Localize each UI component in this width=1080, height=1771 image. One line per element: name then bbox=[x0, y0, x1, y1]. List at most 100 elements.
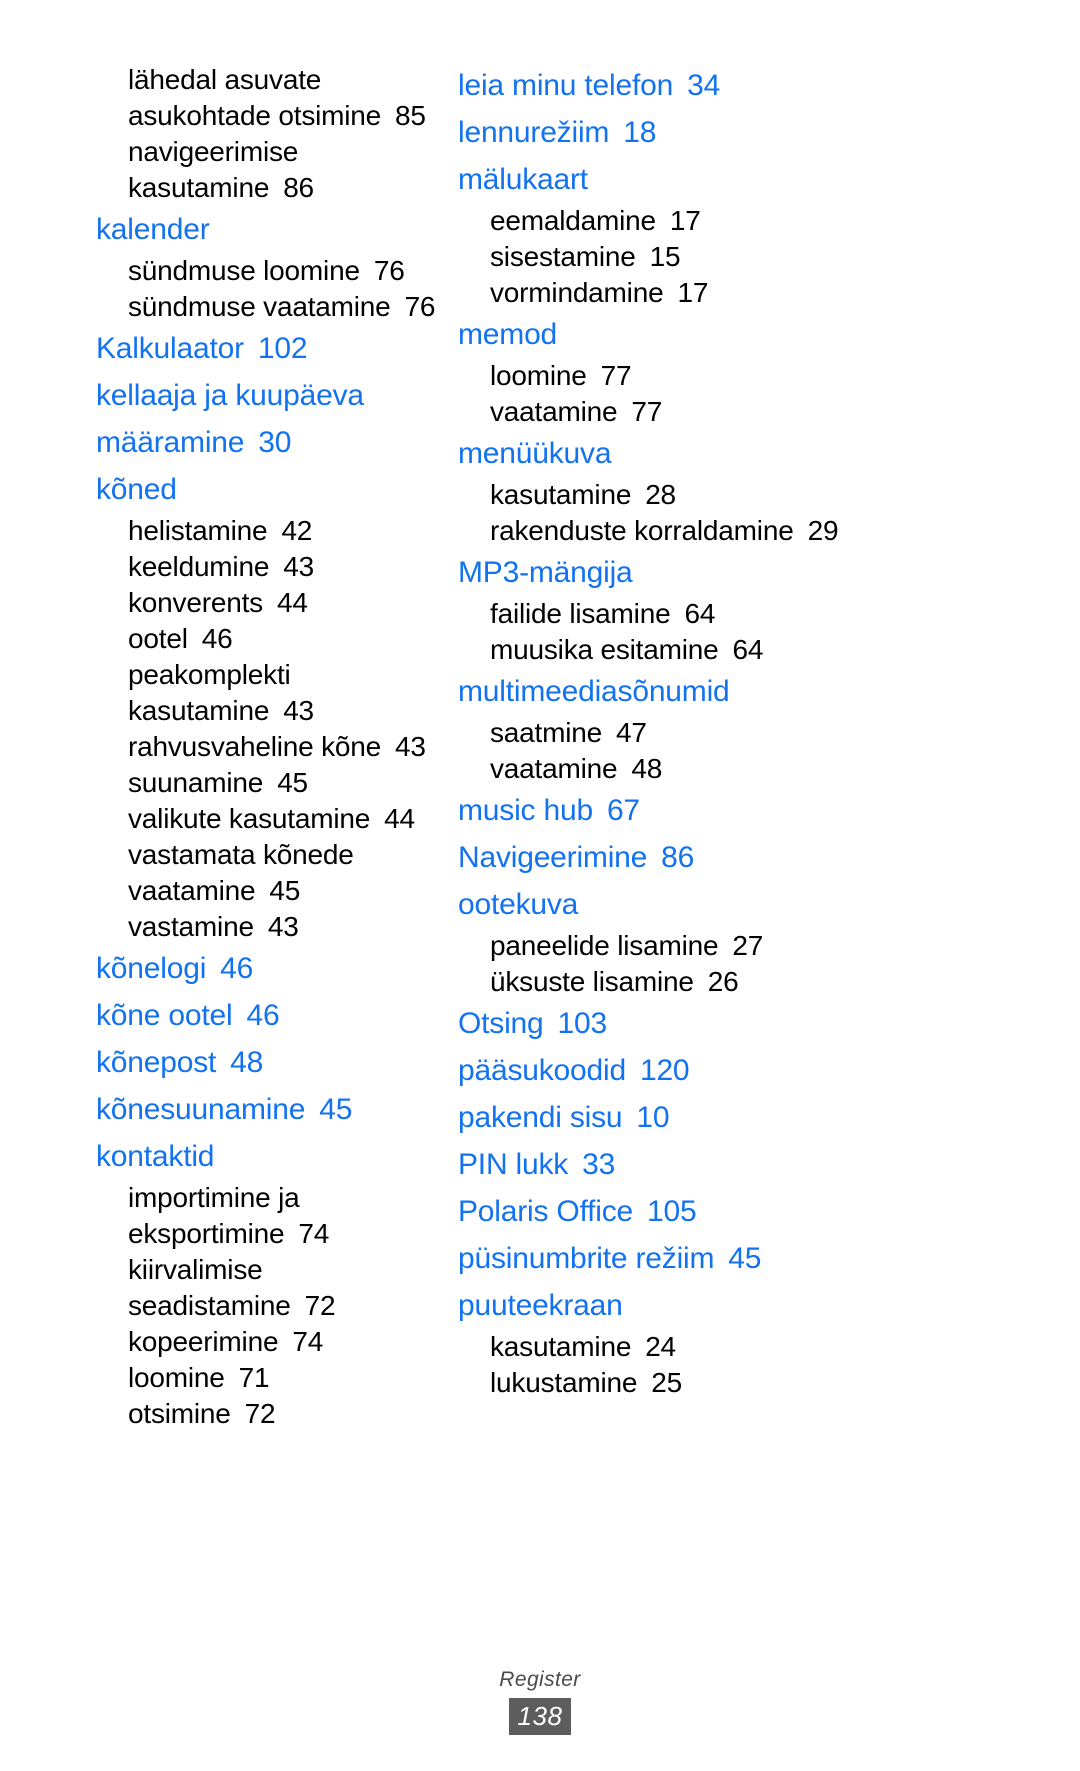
index-entry-label: puuteekraan bbox=[458, 1289, 623, 1322]
index-entry-page-number: 77 bbox=[600, 360, 632, 391]
index-entry-page-number: 105 bbox=[647, 1195, 697, 1228]
index-entry-main: pakendi sisu 10 bbox=[458, 1094, 1050, 1141]
index-entry-page-number: 30 bbox=[258, 426, 292, 459]
index-entry-page-number: 28 bbox=[645, 479, 676, 510]
index-entry-sub: paneelide lisamine 27 bbox=[458, 928, 1050, 964]
index-entry-sub: vaatamine 77 bbox=[458, 394, 1050, 430]
index-entry-page-number: 25 bbox=[651, 1367, 682, 1398]
index-entry-page-number: 43 bbox=[267, 911, 299, 942]
index-entry-label: loomine bbox=[490, 360, 587, 391]
index-entry-sub: vormindamine 17 bbox=[458, 275, 1050, 311]
index-entry-sub: rakenduste korraldamine 29 bbox=[458, 513, 1050, 549]
index-entry-sub: otsimine 72 bbox=[96, 1396, 436, 1432]
index-entry-sub: kasutamine 28 bbox=[458, 477, 1050, 513]
index-entry-label: vaatamine bbox=[490, 753, 618, 784]
index-entry-page-number: 17 bbox=[669, 205, 701, 236]
index-entry-label: mälukaart bbox=[458, 163, 588, 196]
index-entry-page-number: 102 bbox=[257, 332, 308, 365]
index-entry-label: pakendi sisu bbox=[458, 1101, 623, 1134]
index-entry-label: vormindamine bbox=[490, 277, 664, 308]
index-entry-page-number: 76 bbox=[404, 291, 436, 322]
index-entry-label: lukustamine bbox=[490, 1367, 638, 1398]
index-entry-main: kalender bbox=[96, 206, 436, 253]
index-entry-label: saatmine bbox=[490, 717, 603, 748]
index-entry-label: kontaktid bbox=[96, 1140, 215, 1173]
index-entry-main: mälukaart bbox=[458, 156, 1050, 203]
index-entry-label: failide lisamine bbox=[490, 598, 671, 629]
index-entry-label: pääsukoodid bbox=[458, 1054, 626, 1087]
index-entry-sub: importimine ja eksportimine 74 bbox=[96, 1180, 436, 1252]
index-entry-label: helistamine bbox=[128, 515, 268, 546]
index-entry-page-number: 85 bbox=[395, 100, 426, 131]
index-entry-page-number: 46 bbox=[201, 623, 233, 654]
index-entry-page-number: 33 bbox=[582, 1148, 616, 1181]
index-entry-label: vastamata kõnede vaatamine bbox=[128, 839, 354, 906]
index-entry-label: kopeerimine bbox=[128, 1326, 279, 1357]
index-entry-page-number: 72 bbox=[244, 1398, 276, 1429]
index-entry-sub: sündmuse loomine 76 bbox=[96, 253, 436, 289]
index-entry-label: peakomplekti kasutamine bbox=[128, 659, 291, 726]
index-entry-page-number: 64 bbox=[684, 598, 716, 629]
index-entry-label: püsinumbrite režiim bbox=[458, 1242, 715, 1275]
index-entry-sub: ootel 46 bbox=[96, 621, 436, 657]
index-entry-sub: konverents 44 bbox=[96, 585, 436, 621]
index-entry-label: leia minu telefon bbox=[458, 69, 674, 102]
index-entry-main: kõnelogi 46 bbox=[96, 945, 436, 992]
index-entry-label: Kalkulaator bbox=[96, 332, 244, 365]
index-entry-main: memod bbox=[458, 311, 1050, 358]
index-entry-label: lähedal asuvate asukohtade otsimine bbox=[128, 64, 382, 131]
index-entry-label: menüükuva bbox=[458, 437, 612, 470]
index-entry-main: kellaaja ja kuupäeva määramine 30 bbox=[96, 372, 436, 466]
index-entry-label: kõnepost bbox=[96, 1046, 217, 1079]
index-entry-sub: eemaldamine 17 bbox=[458, 203, 1050, 239]
index-entry-label: valikute kasutamine bbox=[128, 803, 371, 834]
index-entry-label: importimine ja eksportimine bbox=[128, 1182, 300, 1249]
index-entry-sub: üksuste lisamine 26 bbox=[458, 964, 1050, 1000]
index-entry-sub: vastamine 43 bbox=[96, 909, 436, 945]
index-entry-page-number: 24 bbox=[645, 1331, 676, 1362]
index-entry-sub: vastamata kõnede vaatamine 45 bbox=[96, 837, 436, 909]
index-entry-sub: loomine 71 bbox=[96, 1360, 436, 1396]
index-entry-sub: sündmuse vaatamine 76 bbox=[96, 289, 436, 325]
index-entry-label: ootekuva bbox=[458, 888, 579, 921]
index-entry-sub: lukustamine 25 bbox=[458, 1365, 1050, 1401]
index-entry-label: PIN lukk bbox=[458, 1148, 569, 1181]
index-entry-label: üksuste lisamine bbox=[490, 966, 694, 997]
index-entry-label: kõned bbox=[96, 473, 177, 506]
footer-section-title: Register bbox=[499, 1668, 581, 1691]
index-entry-main: MP3-mängija bbox=[458, 549, 1050, 596]
index-entry-sub: kopeerimine 74 bbox=[96, 1324, 436, 1360]
index-entry-label: konverents bbox=[128, 587, 263, 618]
index-entry-main: ootekuva bbox=[458, 881, 1050, 928]
index-entry-page-number: 26 bbox=[707, 966, 739, 997]
index-entry-page-number: 46 bbox=[220, 952, 254, 985]
index-entry-label: kasutamine bbox=[490, 479, 632, 510]
index-entry-label: muusika esitamine bbox=[490, 634, 719, 665]
index-entry-page-number: 120 bbox=[639, 1054, 690, 1087]
index-entry-label: rakenduste korraldamine bbox=[490, 515, 794, 546]
index-entry-label: memod bbox=[458, 318, 558, 351]
index-entry-page-number: 72 bbox=[304, 1290, 336, 1321]
index-entry-page-number: 76 bbox=[373, 255, 405, 286]
index-entry-sub: kiirvalimise seadistamine 72 bbox=[96, 1252, 436, 1324]
index-entry-label: kalender bbox=[96, 213, 210, 246]
index-entry-sub: navigeerimise kasutamine 86 bbox=[96, 134, 436, 206]
index-entry-main: püsinumbrite režiim 45 bbox=[458, 1235, 1050, 1282]
index-columns: lähedal asuvate asukohtade otsimine 85 nav… bbox=[0, 62, 1080, 1432]
index-entry-label: sisestamine bbox=[490, 241, 636, 272]
index-entry-main: Kalkulaator 102 bbox=[96, 325, 436, 372]
index-entry-page-number: 17 bbox=[677, 277, 709, 308]
index-entry-sub: rahvusvaheline kõne 43 bbox=[96, 729, 436, 765]
index-entry-label: multimeediasõnumid bbox=[458, 675, 730, 708]
index-entry-page-number: 48 bbox=[631, 753, 663, 784]
index-entry-page-number: 45 bbox=[728, 1242, 762, 1275]
index-entry-page-number: 74 bbox=[298, 1218, 330, 1249]
index-entry-label: Otsing bbox=[458, 1007, 544, 1040]
index-entry-page-number: 86 bbox=[283, 172, 314, 203]
index-entry-label: suunamine bbox=[128, 767, 264, 798]
index-entry-sub: lähedal asuvate asukohtade otsimine 85 bbox=[96, 62, 436, 134]
index-entry-label: otsimine bbox=[128, 1398, 231, 1429]
index-entry-page-number: 64 bbox=[732, 634, 764, 665]
index-entry-label: ootel bbox=[128, 623, 188, 654]
index-entry-label: kasutamine bbox=[490, 1331, 632, 1362]
